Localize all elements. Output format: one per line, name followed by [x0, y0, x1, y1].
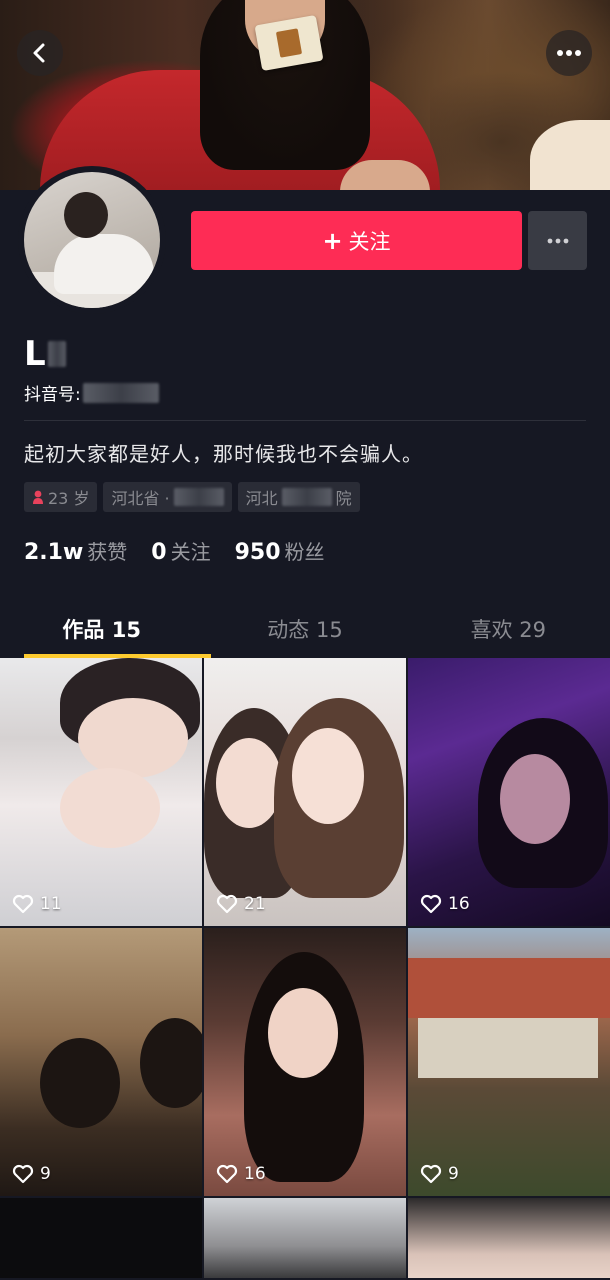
video-thumbnail[interactable] — [204, 1198, 406, 1278]
stat-label: 关注 — [170, 540, 211, 564]
like-number: 16 — [448, 894, 470, 914]
like-number: 21 — [244, 894, 266, 914]
nickname-text: L — [24, 334, 46, 374]
female-person-icon — [33, 490, 43, 504]
like-count: 9 — [420, 1164, 459, 1184]
stat-likes[interactable]: 2.1w 获赞 — [24, 536, 127, 565]
like-count: 9 — [12, 1164, 51, 1184]
follow-button[interactable]: + 关注 — [191, 211, 522, 270]
stat-followers[interactable]: 950 粉丝 — [235, 536, 325, 565]
tab-likes[interactable]: 喜欢 29 — [407, 600, 610, 658]
douyin-id: 抖音号: — [24, 380, 159, 405]
video-thumbnail[interactable]: 9 — [408, 928, 610, 1196]
stat-number: 0 — [151, 540, 167, 565]
ellipsis-icon — [557, 50, 581, 56]
profile-more-button[interactable] — [528, 211, 587, 270]
like-count: 16 — [216, 1164, 266, 1184]
age-tag: 23 岁 — [24, 482, 98, 512]
tab-works[interactable]: 作品 15 — [0, 600, 203, 658]
heart-icon — [12, 894, 34, 914]
stat-label: 粉丝 — [284, 540, 325, 564]
like-count: 11 — [12, 894, 62, 914]
heart-icon — [420, 894, 442, 914]
profile-stats: 2.1w 获赞 0 关注 950 粉丝 — [24, 536, 325, 565]
location-tag[interactable]: 河北省 · — [103, 482, 232, 512]
heart-icon — [12, 1164, 34, 1184]
profile-banner — [0, 0, 610, 190]
heart-icon — [420, 1164, 442, 1184]
video-thumbnail[interactable]: 11 — [0, 658, 202, 926]
plus-icon: + — [322, 226, 343, 255]
video-thumbnail[interactable] — [0, 1198, 202, 1278]
redaction-blur — [173, 488, 224, 506]
video-grid: 11 21 16 9 16 9 — [0, 658, 610, 1278]
stat-number: 2.1w — [24, 540, 84, 565]
top-more-button[interactable] — [546, 30, 592, 76]
avatar[interactable] — [24, 172, 160, 308]
like-count: 16 — [420, 894, 470, 914]
school-suffix: 院 — [335, 489, 352, 508]
divider — [24, 420, 586, 421]
chevron-left-icon — [33, 43, 45, 63]
redaction-blur — [47, 341, 66, 367]
back-button[interactable] — [17, 30, 63, 76]
profile-tags: 23 岁 河北省 · 河北 院 — [24, 482, 360, 512]
like-number: 9 — [40, 1164, 51, 1184]
bio-text: 起初大家都是好人，那时候我也不会骗人。 — [24, 442, 423, 466]
ellipsis-icon — [547, 238, 568, 243]
age-text: 23 岁 — [48, 489, 90, 508]
school-tag[interactable]: 河北 院 — [237, 482, 360, 512]
douyin-id-label: 抖音号: — [24, 385, 81, 405]
like-number: 9 — [448, 1164, 459, 1184]
video-thumbnail[interactable] — [408, 1198, 610, 1278]
follow-label: 关注 — [348, 229, 391, 254]
tab-moments[interactable]: 动态 15 — [203, 600, 406, 658]
redaction-blur — [281, 488, 332, 506]
video-thumbnail[interactable]: 9 — [0, 928, 202, 1196]
content-tabs: 作品 15 动态 15 喜欢 29 — [0, 600, 610, 658]
video-thumbnail[interactable]: 16 — [408, 658, 610, 926]
heart-icon — [216, 894, 238, 914]
heart-icon — [216, 1164, 238, 1184]
avatar-ring — [18, 166, 166, 314]
stat-label: 获赞 — [87, 540, 128, 564]
redaction-blur — [82, 382, 159, 403]
stat-number: 950 — [234, 540, 281, 565]
video-thumbnail[interactable]: 21 — [204, 658, 406, 926]
stat-following[interactable]: 0 关注 — [151, 536, 210, 565]
video-thumbnail[interactable]: 16 — [204, 928, 406, 1196]
nickname: L — [24, 334, 66, 374]
school-prefix: 河北 — [245, 489, 278, 508]
like-number: 16 — [244, 1164, 266, 1184]
like-count: 21 — [216, 894, 266, 914]
profile-screen: + 关注 L 抖音号: 起初大家都是好人，那时候我也不会骗人。 23 岁 河北省… — [0, 0, 610, 1280]
location-text: 河北省 · — [111, 489, 170, 508]
like-number: 11 — [40, 894, 62, 914]
